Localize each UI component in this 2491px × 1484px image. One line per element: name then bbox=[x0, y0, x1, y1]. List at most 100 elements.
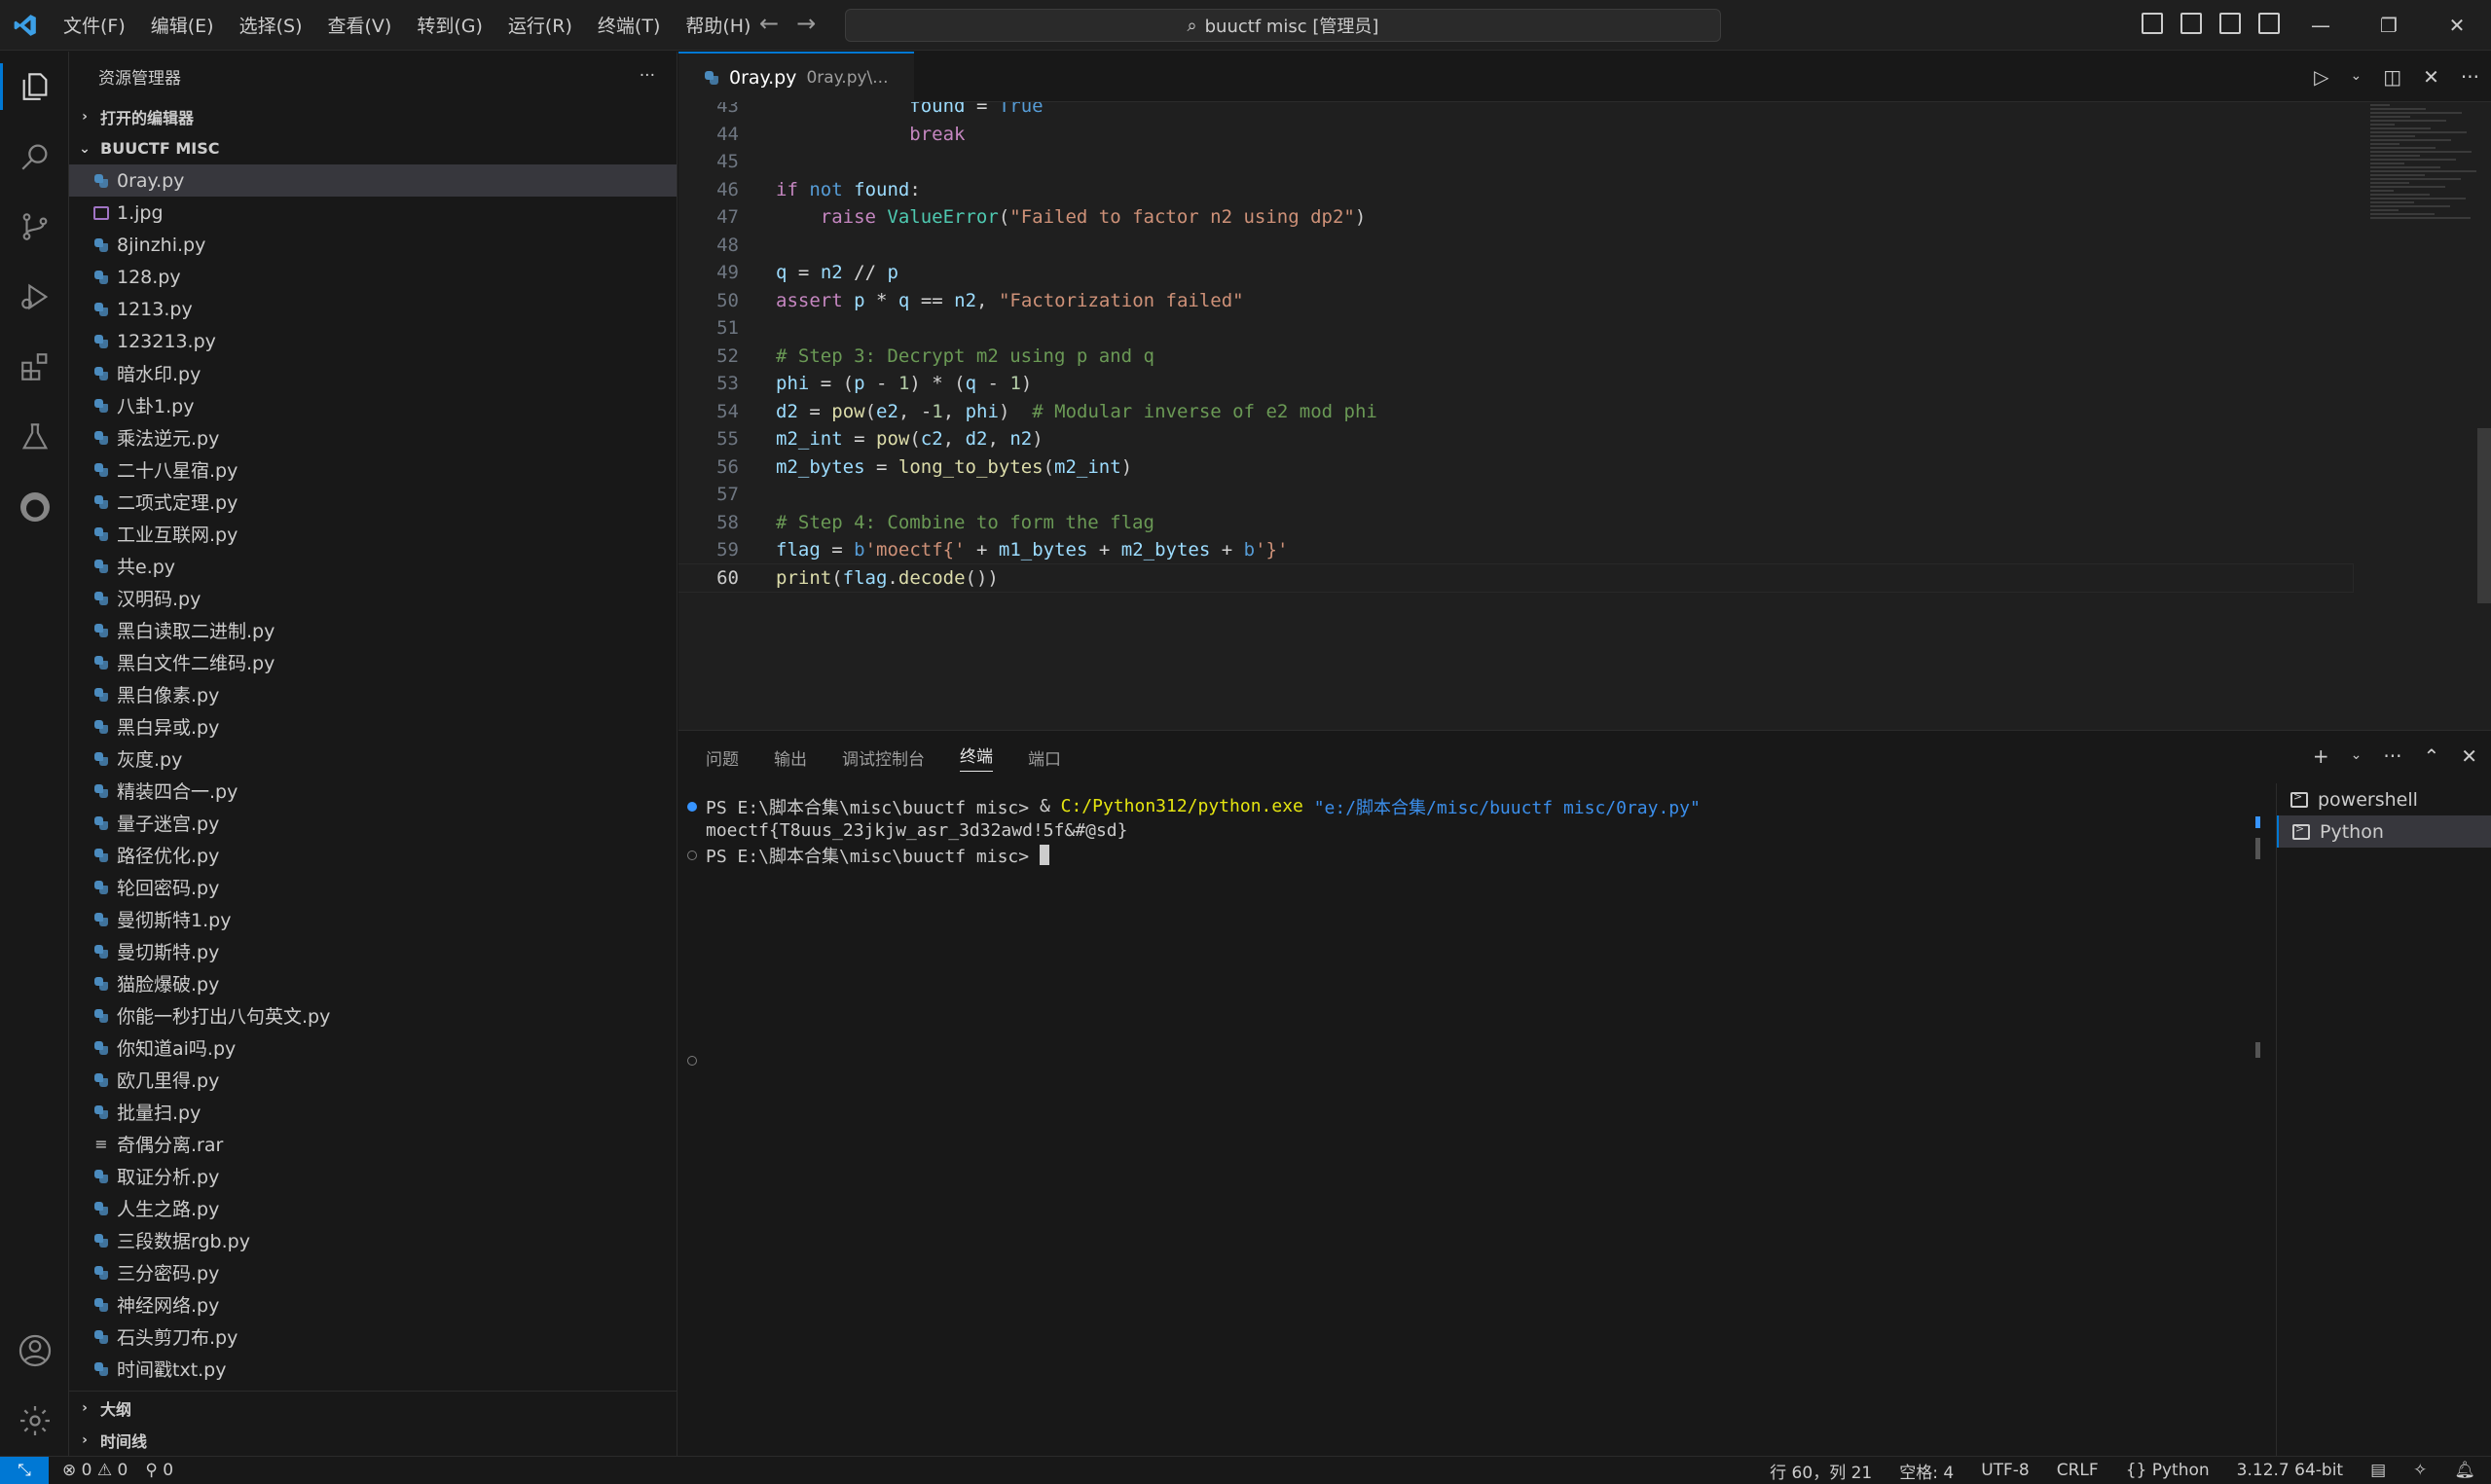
back-arrow-icon[interactable]: ← bbox=[759, 10, 779, 37]
file-item[interactable]: 黑白像素.py bbox=[69, 678, 677, 710]
explorer-icon[interactable] bbox=[0, 52, 69, 122]
terminal-output[interactable]: PS E:\脚本合集\misc\buuctf misc> & C:/Python… bbox=[678, 794, 2253, 867]
terminal-item-powershell[interactable]: powershell bbox=[2277, 783, 2491, 815]
editor-scrollbar[interactable] bbox=[2477, 428, 2491, 603]
ports-status[interactable]: ⚲ 0 bbox=[145, 1461, 173, 1480]
terminal-scrollbar[interactable] bbox=[2255, 838, 2260, 859]
file-item[interactable]: 二项式定理.py bbox=[69, 486, 677, 518]
extensions-icon[interactable] bbox=[0, 332, 69, 402]
file-item[interactable]: 128.py bbox=[69, 261, 677, 293]
minimize-icon[interactable]: — bbox=[2287, 0, 2355, 51]
testing-icon[interactable] bbox=[0, 402, 69, 472]
maximize-panel-icon[interactable]: ⌃ bbox=[2423, 744, 2439, 768]
file-item[interactable]: 工业互联网.py bbox=[69, 518, 677, 550]
file-item[interactable]: 精装四合一.py bbox=[69, 775, 677, 807]
toggle-panel-icon[interactable] bbox=[2180, 13, 2202, 34]
outline-section[interactable]: › 大纲 bbox=[69, 1392, 678, 1424]
menu-view[interactable]: 查看(V) bbox=[315, 12, 405, 38]
file-item[interactable]: 时间戳txt.py bbox=[69, 1353, 677, 1385]
remote-indicator-icon[interactable]: ⤡ bbox=[0, 1456, 49, 1484]
command-decoration-icon[interactable] bbox=[687, 802, 697, 812]
workspace-section[interactable]: ⌄ BUUCTF MISC bbox=[69, 132, 677, 164]
file-item[interactable]: 你知道ai吗.py bbox=[69, 1032, 677, 1064]
command-decoration-icon[interactable] bbox=[687, 851, 697, 860]
file-item[interactable]: 三段数据rgb.py bbox=[69, 1224, 677, 1256]
toggle-secondary-sidebar-icon[interactable] bbox=[2219, 13, 2241, 34]
file-item[interactable]: 八卦1.py bbox=[69, 389, 677, 421]
terminal-item-python[interactable]: Python bbox=[2277, 815, 2491, 848]
menu-selection[interactable]: 选择(S) bbox=[227, 12, 315, 38]
file-item[interactable]: 123213.py bbox=[69, 325, 677, 357]
menu-terminal[interactable]: 终端(T) bbox=[585, 12, 673, 38]
command-decoration-icon[interactable] bbox=[687, 1056, 697, 1066]
file-item[interactable]: 曼切斯特.py bbox=[69, 935, 677, 967]
chevron-down-icon[interactable]: ⌄ bbox=[2351, 65, 2363, 89]
notifications-bell-icon[interactable]: 🔔︎ bbox=[2454, 1461, 2475, 1480]
file-item[interactable]: 取证分析.py bbox=[69, 1160, 677, 1192]
file-item[interactable]: 汉明码.py bbox=[69, 582, 677, 614]
command-center[interactable]: ⌕ buuctf misc [管理员] bbox=[845, 9, 1721, 42]
menu-run[interactable]: 运行(R) bbox=[495, 12, 585, 38]
tab-terminal[interactable]: 终端 bbox=[960, 742, 993, 772]
file-item[interactable]: 猫脸爆破.py bbox=[69, 967, 677, 999]
more-actions-icon[interactable]: ··· bbox=[2461, 65, 2479, 89]
cursor-position[interactable]: 行 60，列 21 bbox=[1770, 1459, 1872, 1483]
file-item[interactable]: ≡ 奇偶分离.rar bbox=[69, 1128, 677, 1160]
file-item[interactable]: 人生之路.py bbox=[69, 1192, 677, 1224]
python-interpreter[interactable]: 3.12.7 64-bit bbox=[2237, 1461, 2343, 1480]
open-editors-section[interactable]: › 打开的编辑器 bbox=[69, 100, 677, 132]
github-copilot-icon[interactable] bbox=[0, 472, 69, 542]
run-debug-icon[interactable] bbox=[0, 262, 69, 332]
menu-file[interactable]: 文件(F) bbox=[51, 12, 138, 38]
customize-layout-icon[interactable] bbox=[2258, 13, 2280, 34]
file-item[interactable]: 二十八星宿.py bbox=[69, 453, 677, 486]
file-item[interactable]: 曼彻斯特1.py bbox=[69, 903, 677, 935]
chevron-down-icon[interactable]: ⌄ bbox=[2351, 744, 2363, 768]
settings-gear-icon[interactable] bbox=[0, 1386, 69, 1456]
split-editor-icon[interactable]: ◫ bbox=[2383, 65, 2401, 89]
more-actions-icon[interactable]: ··· bbox=[640, 66, 655, 86]
close-editor-icon[interactable]: ✕ bbox=[2423, 65, 2439, 89]
file-item[interactable]: 暗水印.py bbox=[69, 357, 677, 389]
tab-debug-console[interactable]: 调试控制台 bbox=[842, 745, 925, 770]
search-activity-icon[interactable] bbox=[0, 122, 69, 192]
file-item[interactable]: 共e.py bbox=[69, 550, 677, 582]
indentation[interactable]: 空格: 4 bbox=[1899, 1459, 1954, 1483]
run-python-file-icon[interactable]: ▷ bbox=[2314, 65, 2328, 89]
file-item[interactable]: 量子迷宫.py bbox=[69, 807, 677, 839]
file-item[interactable]: 黑白文件二维码.py bbox=[69, 646, 677, 678]
source-control-icon[interactable] bbox=[0, 192, 69, 262]
language-mode[interactable]: {} Python bbox=[2126, 1461, 2210, 1480]
more-actions-icon[interactable]: ··· bbox=[2383, 744, 2401, 768]
restore-icon[interactable]: ❐ bbox=[2355, 0, 2423, 51]
file-item[interactable]: 0ray.py bbox=[69, 164, 677, 197]
editor-tab-0ray[interactable]: 0ray.py 0ray.py\... bbox=[678, 52, 914, 102]
file-item[interactable]: 欧几里得.py bbox=[69, 1064, 677, 1096]
problems-status[interactable]: ⊗ 0 ⚠ 0 bbox=[62, 1461, 128, 1480]
file-item[interactable]: 路径优化.py bbox=[69, 839, 677, 871]
menu-edit[interactable]: 编辑(E) bbox=[138, 12, 227, 38]
file-icon[interactable]: ▤ bbox=[2370, 1461, 2386, 1480]
file-item[interactable]: 乘法逆元.py bbox=[69, 421, 677, 453]
file-item[interactable]: 轮回密码.py bbox=[69, 871, 677, 903]
close-window-icon[interactable]: ✕ bbox=[2423, 0, 2491, 51]
toggle-primary-sidebar-icon[interactable] bbox=[2142, 13, 2163, 34]
tab-ports[interactable]: 端口 bbox=[1028, 745, 1061, 770]
file-item[interactable]: 三分密码.py bbox=[69, 1256, 677, 1288]
timeline-section[interactable]: › 时间线 bbox=[69, 1424, 678, 1456]
file-item[interactable]: 批量扫.py bbox=[69, 1096, 677, 1128]
line-ending[interactable]: CRLF bbox=[2057, 1461, 2099, 1480]
tab-problems[interactable]: 问题 bbox=[706, 745, 739, 770]
menu-help[interactable]: 帮助(H) bbox=[673, 12, 763, 38]
file-item[interactable]: 你能一秒打出八句英文.py bbox=[69, 999, 677, 1032]
file-item[interactable]: 黑白异或.py bbox=[69, 710, 677, 742]
file-item[interactable]: 8jinzhi.py bbox=[69, 229, 677, 261]
file-item[interactable]: 神经网络.py bbox=[69, 1288, 677, 1321]
account-icon[interactable] bbox=[0, 1316, 69, 1386]
encoding[interactable]: UTF-8 bbox=[1981, 1461, 2030, 1480]
file-item[interactable]: 黑白读取二进制.py bbox=[69, 614, 677, 646]
tab-output[interactable]: 输出 bbox=[774, 745, 807, 770]
file-item[interactable]: 灰度.py bbox=[69, 742, 677, 775]
minimap[interactable] bbox=[2370, 102, 2477, 297]
file-item[interactable]: 1.jpg bbox=[69, 197, 677, 229]
